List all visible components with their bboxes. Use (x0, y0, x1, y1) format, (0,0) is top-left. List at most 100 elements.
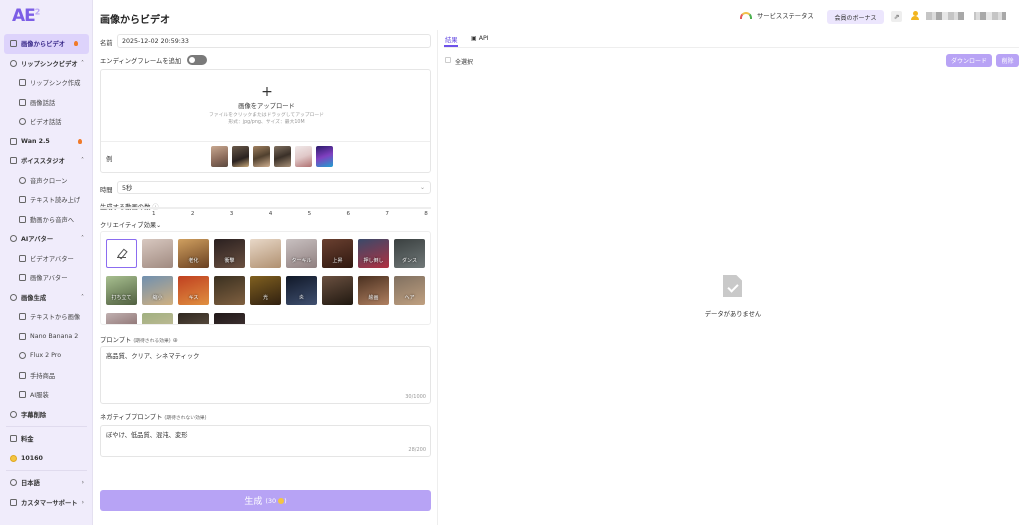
audio-icon (19, 215, 26, 223)
tab-api-label: API (478, 35, 489, 42)
video-camera-icon (19, 98, 26, 106)
effect-tile[interactable]: キス (178, 276, 209, 305)
effect-tile[interactable]: ターキル (286, 239, 317, 268)
effect-tile[interactable]: 光 (250, 276, 281, 305)
gauge-icon (740, 12, 752, 19)
chevron-up-icon: ˄ (81, 235, 84, 243)
duration-label: 時間 (100, 187, 113, 194)
flux-icon (19, 352, 26, 360)
delete-button[interactable]: 削除 (996, 54, 1019, 67)
video-icon (19, 118, 26, 126)
effect-tile[interactable]: 老化 (178, 239, 209, 268)
sidebar-item[interactable]: Flux 2 Pro (0, 346, 93, 366)
sidebar-item[interactable]: Nano Banana 2 (0, 327, 93, 347)
sidebar-item[interactable]: ビデオ話話 (0, 112, 93, 132)
creative-effects-label[interactable]: クリエイティブ効果⌄ (100, 220, 161, 229)
effect-tile[interactable] (142, 313, 173, 324)
sidebar-item[interactable]: リップシンクビデオ ˄ (0, 54, 93, 74)
effect-tile[interactable] (142, 239, 173, 268)
sidebar-item[interactable]: カスタマーサポート › (0, 493, 93, 513)
slider-tick: 7 (385, 211, 389, 217)
image-avatar-icon (19, 274, 26, 282)
logo-text: AE (12, 6, 36, 26)
sidebar-nav: 画像からビデオリップシンクビデオ ˄ リップシンク作成 画像話話 ビデオ話話 Wan 2.… (0, 34, 93, 512)
end-frame-toggle[interactable] (187, 55, 207, 65)
effect-tile[interactable] (178, 313, 209, 324)
share-icon[interactable]: ⇗ (891, 11, 902, 22)
effect-tile[interactable] (214, 276, 245, 305)
sidebar-item-label: テキストから画像 (30, 314, 81, 322)
sidebar-item[interactable]: 10160 (0, 449, 93, 469)
example-thumb[interactable] (295, 146, 312, 167)
creative-effects-text: クリエイティブ効果 (100, 222, 157, 229)
tab-results[interactable]: 結果 (445, 35, 458, 44)
custom-effect-button[interactable] (106, 239, 137, 268)
download-button[interactable]: ダウンロード (946, 54, 992, 67)
example-thumb[interactable] (253, 146, 270, 167)
chevron-up-icon: ˄ (81, 157, 84, 165)
prompt-sub-label: (期待される効果) (133, 339, 171, 344)
sidebar-item[interactable]: 画像話話 (0, 93, 93, 113)
name-input[interactable]: 2025-12-02 20:59:33 (117, 34, 431, 48)
sidebar-item[interactable]: 音声クローン (0, 171, 93, 191)
sidebar-item[interactable]: 字幕削除 (0, 405, 93, 425)
prompt-textarea[interactable]: 高品質、クリア、シネマティック 30/1000 (100, 346, 431, 404)
sidebar-item[interactable]: 手持商品 (0, 366, 93, 386)
app-logo[interactable]: AE2 (12, 6, 40, 26)
tab-api[interactable]: ▣ API (471, 35, 489, 42)
duration-select[interactable]: 5秒 ⌄ (117, 181, 431, 194)
effect-label: キス (188, 295, 199, 301)
negative-prompt-textarea[interactable]: ぼやけ、低品質、混沌、変形 28/200 (100, 425, 431, 457)
sidebar-item[interactable]: ボイススタジオ ˄ (0, 151, 93, 171)
effect-tile[interactable] (322, 276, 353, 305)
example-thumb[interactable] (232, 146, 249, 167)
video-count-slider[interactable] (100, 207, 431, 209)
member-bonus-button[interactable]: 会員のボーナス (827, 10, 884, 24)
effect-tile[interactable]: 打ち立て (106, 276, 137, 305)
duration-value: 5秒 (122, 185, 133, 192)
sidebar-item-label: 画像からビデオ (21, 41, 66, 49)
select-all-label[interactable]: 全選択 (455, 57, 473, 66)
lipsync-icon (10, 59, 17, 67)
sidebar-item[interactable]: ビデオアバター (0, 249, 93, 269)
sidebar-item[interactable]: テキストから画像 (0, 307, 93, 327)
sidebar-item-label: 画像生成 (21, 294, 47, 302)
effect-tile[interactable] (250, 239, 281, 268)
effect-tile[interactable]: 上昇 (322, 239, 353, 268)
user-name-redacted[interactable] (926, 12, 1006, 20)
generate-button[interactable]: 生成 (30) (100, 490, 431, 511)
example-thumb[interactable] (211, 146, 228, 167)
example-thumb[interactable] (274, 146, 291, 167)
generate-label: 生成 (244, 497, 263, 507)
sidebar-item[interactable]: リップシンク作成 (0, 73, 93, 93)
effect-label: 光 (262, 295, 268, 301)
sidebar-item[interactable]: 画像からビデオ (4, 34, 89, 54)
clone-icon (19, 176, 26, 184)
effect-tile[interactable]: 炎 (286, 276, 317, 305)
sidebar-item[interactable]: 画像生成 ˄ (0, 288, 93, 308)
user-avatar-icon[interactable] (911, 11, 919, 21)
effect-tile[interactable]: 縮小 (142, 276, 173, 305)
banana-icon (19, 332, 26, 340)
effect-tile[interactable]: 衝撃 (214, 239, 245, 268)
sidebar-item[interactable]: AIアバター ˄ (0, 229, 93, 249)
upload-dropzone[interactable]: + 画像をアップロード ファイルをクリックまたはドラッグしてアップロード 形式：… (100, 69, 431, 173)
sidebar-item[interactable]: テキスト読み上げ (0, 190, 93, 210)
select-all-checkbox[interactable] (445, 57, 451, 63)
globe-icon[interactable]: ⊕ (173, 337, 178, 344)
example-thumb[interactable] (316, 146, 333, 167)
sidebar-item[interactable]: 動画から音声へ (0, 210, 93, 230)
effect-tile[interactable]: ヘア (394, 276, 425, 305)
sidebar-item[interactable]: Wan 2.5 (0, 132, 93, 152)
effect-tile[interactable]: ダンス (394, 239, 425, 268)
effect-tile[interactable]: 絵画 (358, 276, 389, 305)
sidebar-item[interactable]: 日本語 › (0, 473, 93, 493)
empty-document-icon (723, 275, 742, 297)
sidebar-item[interactable]: 画像アバター (0, 268, 93, 288)
service-status-link[interactable]: サービスステータス (740, 11, 814, 20)
effect-tile[interactable] (214, 313, 245, 324)
effect-tile[interactable] (106, 313, 137, 324)
effect-tile[interactable]: 押し倒し (358, 239, 389, 268)
sidebar-item[interactable]: AI服装 (0, 385, 93, 405)
sidebar-item[interactable]: 料金 (0, 429, 93, 449)
